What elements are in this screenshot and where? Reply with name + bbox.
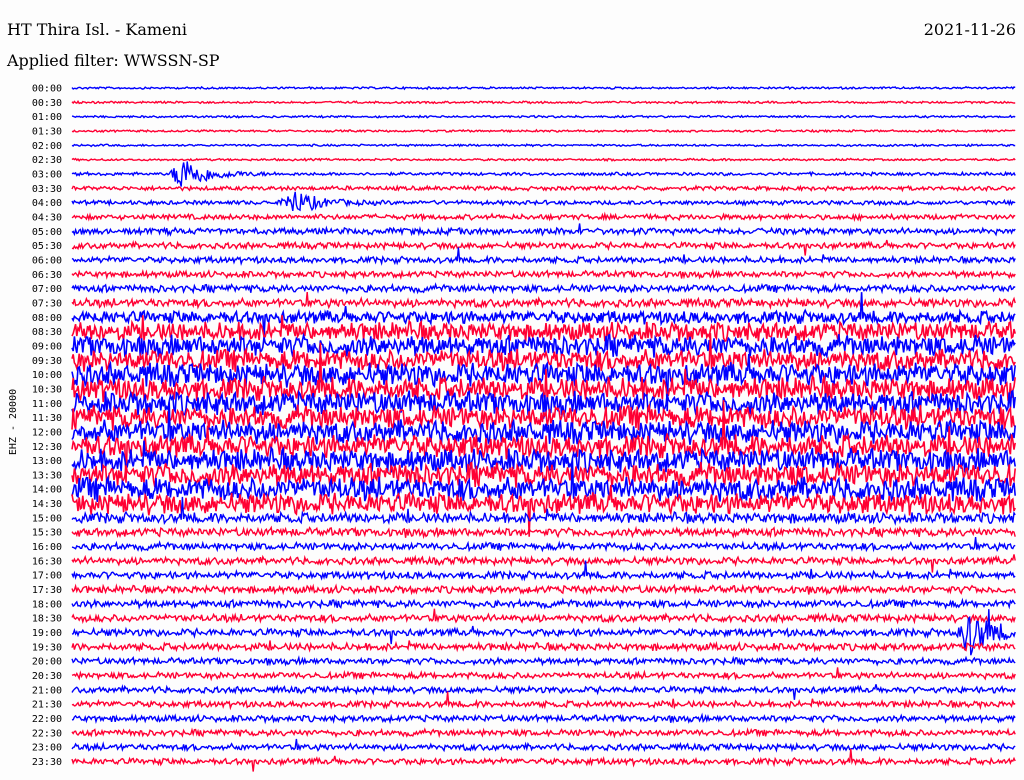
time-label: 08:00 xyxy=(32,313,62,324)
time-label: 13:00 xyxy=(32,456,62,467)
time-label: 14:00 xyxy=(32,485,62,496)
time-label: 04:00 xyxy=(32,198,62,209)
time-label: 05:30 xyxy=(32,241,62,252)
time-label: 11:30 xyxy=(32,413,62,424)
trace-line xyxy=(71,554,1016,573)
trace-line xyxy=(71,608,1016,625)
time-label: 10:00 xyxy=(32,370,62,381)
time-label: 15:00 xyxy=(32,513,62,524)
time-label: 06:30 xyxy=(32,270,62,281)
time-label: 01:30 xyxy=(32,126,62,137)
time-label: 05:00 xyxy=(32,227,62,238)
time-label: 17:00 xyxy=(32,571,62,582)
trace-line xyxy=(71,161,1016,187)
time-label: 22:30 xyxy=(32,728,62,739)
time-label: 02:30 xyxy=(32,155,62,166)
time-label: 06:00 xyxy=(32,255,62,266)
time-label: 13:30 xyxy=(32,470,62,481)
trace-line xyxy=(71,640,1016,653)
trace-line xyxy=(71,691,1016,711)
trace-line xyxy=(71,282,1016,295)
time-label: 01:00 xyxy=(32,112,62,123)
time-axis-labels: 00:00 00:30 01:00 01:30 02:00 02:30 03:00 03:30… xyxy=(32,84,62,769)
trace-line xyxy=(71,537,1016,553)
time-label: 07:30 xyxy=(32,298,62,309)
time-label: 16:30 xyxy=(32,556,62,567)
time-label: 18:30 xyxy=(32,614,62,625)
time-label: 21:30 xyxy=(32,700,62,711)
trace-line xyxy=(71,597,1016,611)
time-label: 19:30 xyxy=(32,642,62,653)
trace-line xyxy=(71,748,1016,772)
seismogram-plot: 00:00 00:30 01:00 01:30 02:00 02:30 03:00 03:30… xyxy=(8,84,1016,772)
time-label: 15:30 xyxy=(32,528,62,539)
time-label: 09:00 xyxy=(32,341,62,352)
time-label: 03:30 xyxy=(32,184,62,195)
trace-line xyxy=(71,268,1016,281)
time-label: 00:00 xyxy=(32,84,62,95)
trace-line xyxy=(71,114,1016,119)
time-label: 23:30 xyxy=(32,757,62,768)
trace-line xyxy=(71,292,1016,311)
time-label: 23:00 xyxy=(32,743,62,754)
time-label: 20:00 xyxy=(32,657,62,668)
time-label: 12:00 xyxy=(32,427,62,438)
trace-line xyxy=(71,525,1016,540)
time-label: 16:00 xyxy=(32,542,62,553)
time-label: 17:30 xyxy=(32,585,62,596)
time-label: 08:30 xyxy=(32,327,62,338)
trace-line xyxy=(71,738,1016,753)
trace-line xyxy=(71,211,1016,223)
time-label: 09:30 xyxy=(32,356,62,367)
time-label: 22:00 xyxy=(32,714,62,725)
time-label: 03:00 xyxy=(32,169,62,180)
time-label: 12:30 xyxy=(32,442,62,453)
trace-line xyxy=(71,157,1016,163)
time-label: 07:00 xyxy=(32,284,62,295)
trace-line xyxy=(71,223,1016,237)
time-label: 20:30 xyxy=(32,671,62,682)
time-label: 21:00 xyxy=(32,685,62,696)
trace-line xyxy=(71,85,1016,91)
trace-line xyxy=(71,712,1016,725)
trace-line xyxy=(71,667,1016,682)
trace-line xyxy=(71,143,1016,148)
time-label: 10:30 xyxy=(32,384,62,395)
time-label: 00:30 xyxy=(32,98,62,109)
trace-line xyxy=(71,655,1016,667)
time-label: 19:00 xyxy=(32,628,62,639)
time-label: 11:00 xyxy=(32,399,62,410)
trace-line xyxy=(71,727,1016,739)
channel-label: EHZ - 20000 xyxy=(8,389,19,455)
trace-line xyxy=(71,583,1016,596)
time-label: 04:30 xyxy=(32,212,62,223)
time-label: 18:00 xyxy=(32,599,62,610)
seismogram-traces xyxy=(71,85,1016,772)
trace-line xyxy=(71,239,1016,256)
time-label: 02:00 xyxy=(32,141,62,152)
time-label: 14:30 xyxy=(32,499,62,510)
trace-line xyxy=(71,99,1016,105)
trace-line xyxy=(71,684,1016,700)
trace-line xyxy=(71,191,1016,212)
trace-line xyxy=(71,128,1016,134)
trace-line xyxy=(71,184,1016,193)
trace-line xyxy=(71,247,1016,267)
